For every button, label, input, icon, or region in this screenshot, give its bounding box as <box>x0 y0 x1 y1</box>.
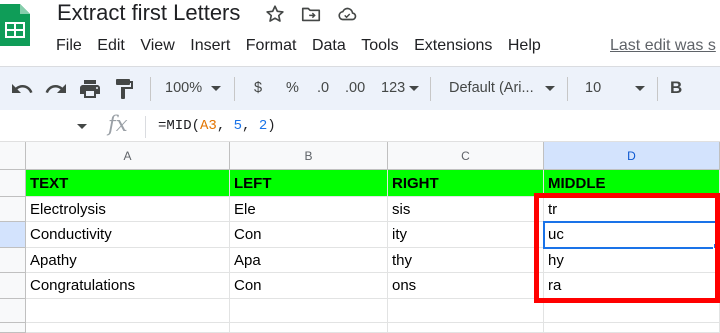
title-bar: Extract first Letters File Edit View Ins… <box>0 0 720 66</box>
sheets-logo-icon[interactable] <box>0 4 30 46</box>
toolbar-divider <box>234 77 235 101</box>
formula-separator: , <box>216 118 234 134</box>
formula-divider <box>145 116 146 138</box>
empty-cell[interactable] <box>230 323 388 333</box>
cell-c-row4[interactable]: ons <box>388 273 544 299</box>
empty-cell[interactable] <box>26 323 230 333</box>
percent-format-button[interactable]: % <box>286 80 299 96</box>
document-title[interactable]: Extract first Letters <box>57 0 240 26</box>
toolbar-divider <box>150 77 151 101</box>
column-header-d[interactable]: D <box>544 142 720 170</box>
cell-b-row4[interactable]: Con <box>230 273 388 299</box>
row-header-7[interactable] <box>0 299 26 323</box>
row-header-6[interactable] <box>0 273 26 299</box>
menu-view[interactable]: View <box>140 36 174 58</box>
toolbar-divider <box>430 77 431 101</box>
bold-button[interactable]: B <box>670 78 682 98</box>
formula-suffix: ) <box>267 118 276 134</box>
spreadsheet-grid: A B C D TEXT LEFT RIGHT MIDDLE Electroly… <box>0 142 720 333</box>
row-header-5[interactable] <box>0 248 26 273</box>
more-formats-button[interactable]: 123 <box>381 80 405 96</box>
formula-separator: , <box>242 118 259 134</box>
menu-edit[interactable]: Edit <box>97 36 125 58</box>
formula-start-arg: 5 <box>233 118 243 134</box>
empty-cell[interactable] <box>388 299 544 323</box>
redo-icon[interactable] <box>44 77 68 101</box>
currency-format-button[interactable]: $ <box>254 80 262 96</box>
paint-format-icon[interactable] <box>112 77 136 101</box>
menu-insert[interactable]: Insert <box>190 36 230 58</box>
increase-decimal-button[interactable]: .00 <box>345 80 365 96</box>
menu-bar: File Edit View Insert Format Data Tools … <box>56 36 556 58</box>
row-header-3[interactable] <box>0 197 26 222</box>
row-header-8[interactable] <box>0 323 26 333</box>
cell-b-row3[interactable]: Apa <box>230 248 388 273</box>
print-icon[interactable] <box>78 77 102 101</box>
menu-file[interactable]: File <box>56 36 82 58</box>
toolbar-divider <box>657 77 658 101</box>
font-size-dropdown-icon[interactable] <box>635 86 645 91</box>
menu-tools[interactable]: Tools <box>361 36 398 58</box>
empty-cell[interactable] <box>230 299 388 323</box>
cloud-saved-icon[interactable] <box>336 3 358 25</box>
formula-cell-ref: A3 <box>200 118 217 134</box>
cell-a-header[interactable]: TEXT <box>26 170 230 197</box>
cell-b-header[interactable]: LEFT <box>230 170 388 197</box>
formula-input[interactable]: =MID(A3, 5, 2) <box>158 118 276 134</box>
menu-format[interactable]: Format <box>246 36 297 58</box>
zoom-dropdown-icon[interactable] <box>211 86 221 91</box>
name-box-dropdown-icon[interactable] <box>77 124 87 129</box>
select-all-corner[interactable] <box>0 142 26 170</box>
empty-cell[interactable] <box>544 323 720 333</box>
cell-a-row4[interactable]: Congratulations <box>26 273 230 299</box>
font-dropdown-icon[interactable] <box>545 86 555 91</box>
highlight-annotation <box>534 193 720 303</box>
menu-extensions[interactable]: Extensions <box>414 36 492 58</box>
formula-length-arg: 2 <box>258 118 268 134</box>
column-header-c[interactable]: C <box>388 142 544 170</box>
undo-icon[interactable] <box>10 77 34 101</box>
row-header-2[interactable] <box>0 170 26 197</box>
star-icon[interactable] <box>264 3 286 25</box>
zoom-select[interactable]: 100% <box>165 80 202 96</box>
cell-c-header[interactable]: RIGHT <box>388 170 544 197</box>
cell-b-row1[interactable]: Ele <box>230 197 388 222</box>
cell-c-row3[interactable]: thy <box>388 248 544 273</box>
decrease-decimal-button[interactable]: .0 <box>317 80 329 96</box>
column-header-a[interactable]: A <box>26 142 230 170</box>
column-header-b[interactable]: B <box>230 142 388 170</box>
fx-icon: fx <box>108 112 128 136</box>
cell-a-row2[interactable]: Conductivity <box>26 222 230 248</box>
font-size-select[interactable]: 10 <box>585 80 601 96</box>
toolbar-divider <box>567 77 568 101</box>
formula-prefix: =MID( <box>158 118 201 134</box>
menu-help[interactable]: Help <box>508 36 541 58</box>
cell-c-row2[interactable]: ity <box>388 222 544 248</box>
row-header-4[interactable] <box>0 222 26 248</box>
more-formats-dropdown-icon[interactable] <box>409 86 419 91</box>
last-edit-link[interactable]: Last edit was s <box>610 36 716 56</box>
empty-cell[interactable] <box>26 299 230 323</box>
cell-b-row2[interactable]: Con <box>230 222 388 248</box>
empty-cell[interactable] <box>388 323 544 333</box>
cell-c-row1[interactable]: sis <box>388 197 544 222</box>
font-family-select[interactable]: Default (Ari... <box>449 80 534 96</box>
cell-a-row3[interactable]: Apathy <box>26 248 230 273</box>
menu-data[interactable]: Data <box>312 36 346 58</box>
formula-bar: fx =MID(A3, 5, 2) <box>0 110 720 142</box>
cell-a-row1[interactable]: Electrolysis <box>26 197 230 222</box>
move-folder-icon[interactable] <box>300 3 322 25</box>
toolbar: 100% $ % .0 .00 123 Default (Ari... 10 B <box>0 66 720 110</box>
